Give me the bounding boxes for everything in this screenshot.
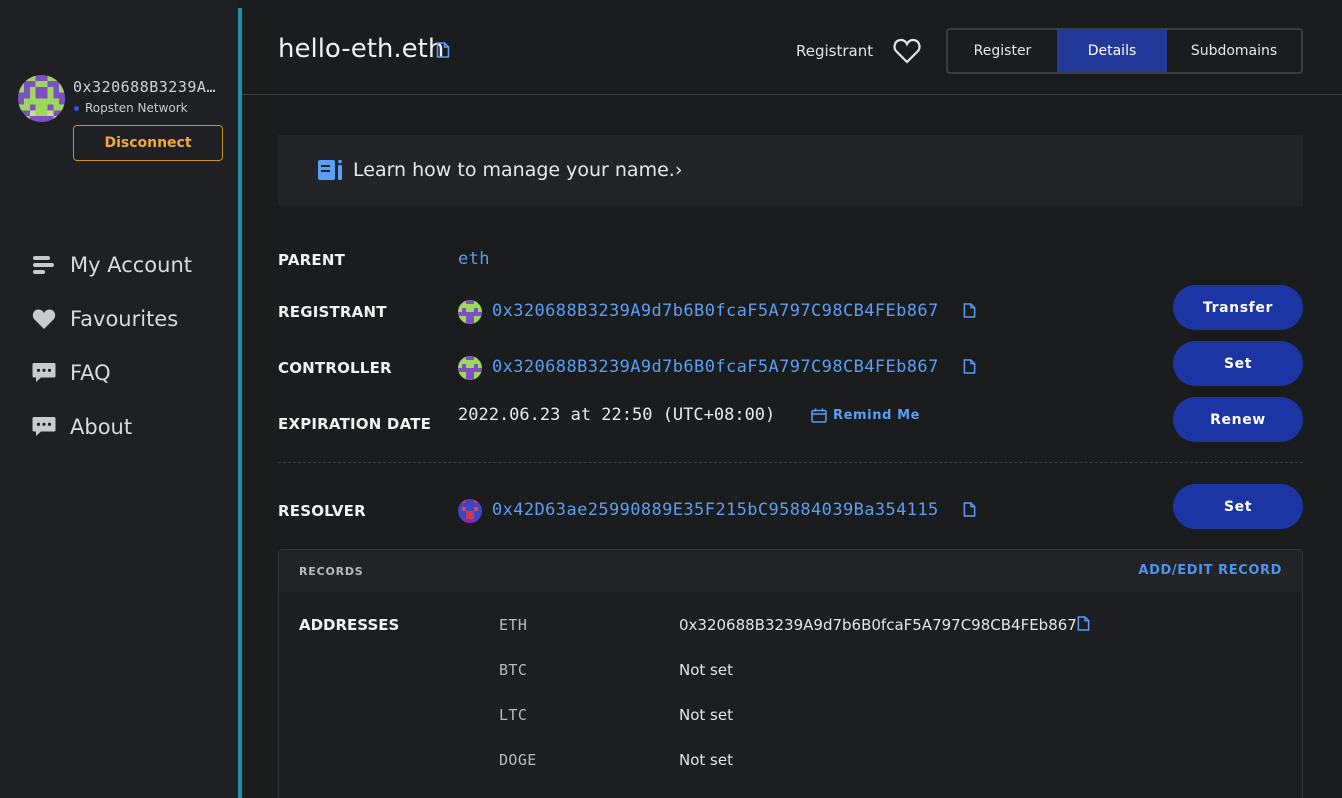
registrant-label: Registrant	[796, 42, 874, 60]
nav-item-my-account[interactable]: My Account	[32, 250, 192, 280]
disconnect-button[interactable]: Disconnect	[73, 125, 223, 161]
resolver-row-label: RESOLVER	[278, 502, 366, 520]
sidebar: 0x320688B3239A9d7b6B0fcaF5A797C98CB4FEb8…	[0, 0, 238, 798]
set-controller-button[interactable]: Set	[1173, 341, 1303, 386]
btc-address-value: Not set	[679, 661, 733, 679]
registrant-row-label: REGISTRANT	[278, 303, 387, 321]
controller-row-label: CONTROLLER	[278, 359, 392, 377]
section-divider	[278, 462, 1303, 463]
nav-item-faq[interactable]: FAQ	[32, 358, 111, 388]
doge-address-value: Not set	[679, 751, 733, 769]
nav-item-about[interactable]: About	[32, 412, 132, 442]
sidebar-divider	[238, 8, 242, 798]
learn-banner[interactable]: Learn how to manage your name.›	[278, 135, 1303, 206]
list-icon	[32, 253, 56, 277]
nav-label: My Account	[70, 253, 193, 277]
resolver-avatar	[458, 499, 482, 523]
copy-icon[interactable]	[436, 42, 450, 62]
book-icon	[318, 159, 344, 184]
registrant-avatar	[458, 300, 482, 324]
expiration-date: 2022.06.23 at 22:50 (UTC+08:00)	[458, 405, 776, 425]
page-title: hello-eth.eth	[278, 34, 445, 64]
controller-address-link[interactable]: 0x320688B3239A9d7b6B0fcaF5A797C98CB4FEb8…	[492, 357, 939, 377]
learn-banner-text: Learn how to manage your name.	[353, 159, 675, 181]
network-label: Ropsten Network	[85, 101, 188, 115]
coin-label-eth: ETH	[499, 616, 528, 634]
copy-icon[interactable]	[963, 502, 976, 521]
records-header: RECORDS ADD/EDIT RECORD	[279, 550, 1302, 592]
account-avatar	[18, 75, 65, 122]
network-status-dot	[74, 106, 79, 111]
chat-icon	[32, 361, 56, 385]
copy-icon[interactable]	[1077, 616, 1090, 635]
add-edit-record-button[interactable]: ADD/EDIT RECORD	[1138, 563, 1282, 578]
chat-icon	[32, 415, 56, 439]
heart-icon	[32, 307, 56, 331]
nav-label: Favourites	[70, 307, 179, 331]
resolver-address-link[interactable]: 0x42D63ae25990889E35F215bC95884039Ba3541…	[492, 500, 939, 520]
transfer-button[interactable]: Transfer	[1173, 285, 1303, 330]
controller-avatar	[458, 356, 482, 380]
remind-me-label: Remind Me	[833, 408, 921, 423]
nav-label: FAQ	[70, 361, 111, 385]
set-resolver-button[interactable]: Set	[1173, 484, 1303, 529]
account-address: 0x320688B3239A9d7b6B0fcaF5A797C98CB4FEb8…	[73, 78, 223, 96]
eth-address-value: 0x320688B3239A9d7b6B0fcaF5A797C98CB4FEb8…	[679, 616, 1077, 634]
coin-label-ltc: LTC	[499, 706, 528, 724]
tab-register[interactable]: Register	[948, 30, 1057, 72]
remind-me-link[interactable]: Remind Me	[811, 408, 920, 423]
tab-subdomains[interactable]: Subdomains	[1167, 30, 1301, 72]
favourite-heart-icon[interactable]	[893, 38, 921, 68]
nav-item-favourites[interactable]: Favourites	[32, 304, 178, 334]
tab-details[interactable]: Details	[1057, 30, 1167, 72]
addresses-label: ADDRESSES	[299, 616, 400, 634]
registrant-address-link[interactable]: 0x320688B3239A9d7b6B0fcaF5A797C98CB4FEb8…	[492, 301, 939, 321]
expiration-row-label: EXPIRATION DATE	[278, 415, 432, 433]
parent-label: PARENT	[278, 251, 346, 269]
copy-icon[interactable]	[963, 303, 976, 322]
parent-link[interactable]: eth	[458, 249, 490, 269]
ltc-address-value: Not set	[679, 706, 733, 724]
renew-button[interactable]: Renew	[1173, 397, 1303, 442]
chevron-right-icon: ›	[674, 159, 683, 181]
calendar-icon	[811, 408, 827, 423]
coin-label-doge: DOGE	[499, 751, 537, 769]
records-panel: RECORDS ADD/EDIT RECORD ADDRESSES ETH 0x…	[278, 549, 1303, 798]
nav-label: About	[70, 415, 133, 439]
tab-bar: Register Details Subdomains	[946, 28, 1303, 74]
page-header: hello-eth.eth Registrant Register Detail…	[242, 0, 1342, 95]
records-title: RECORDS	[299, 565, 364, 578]
copy-icon[interactable]	[963, 359, 976, 378]
coin-label-btc: BTC	[499, 661, 528, 679]
